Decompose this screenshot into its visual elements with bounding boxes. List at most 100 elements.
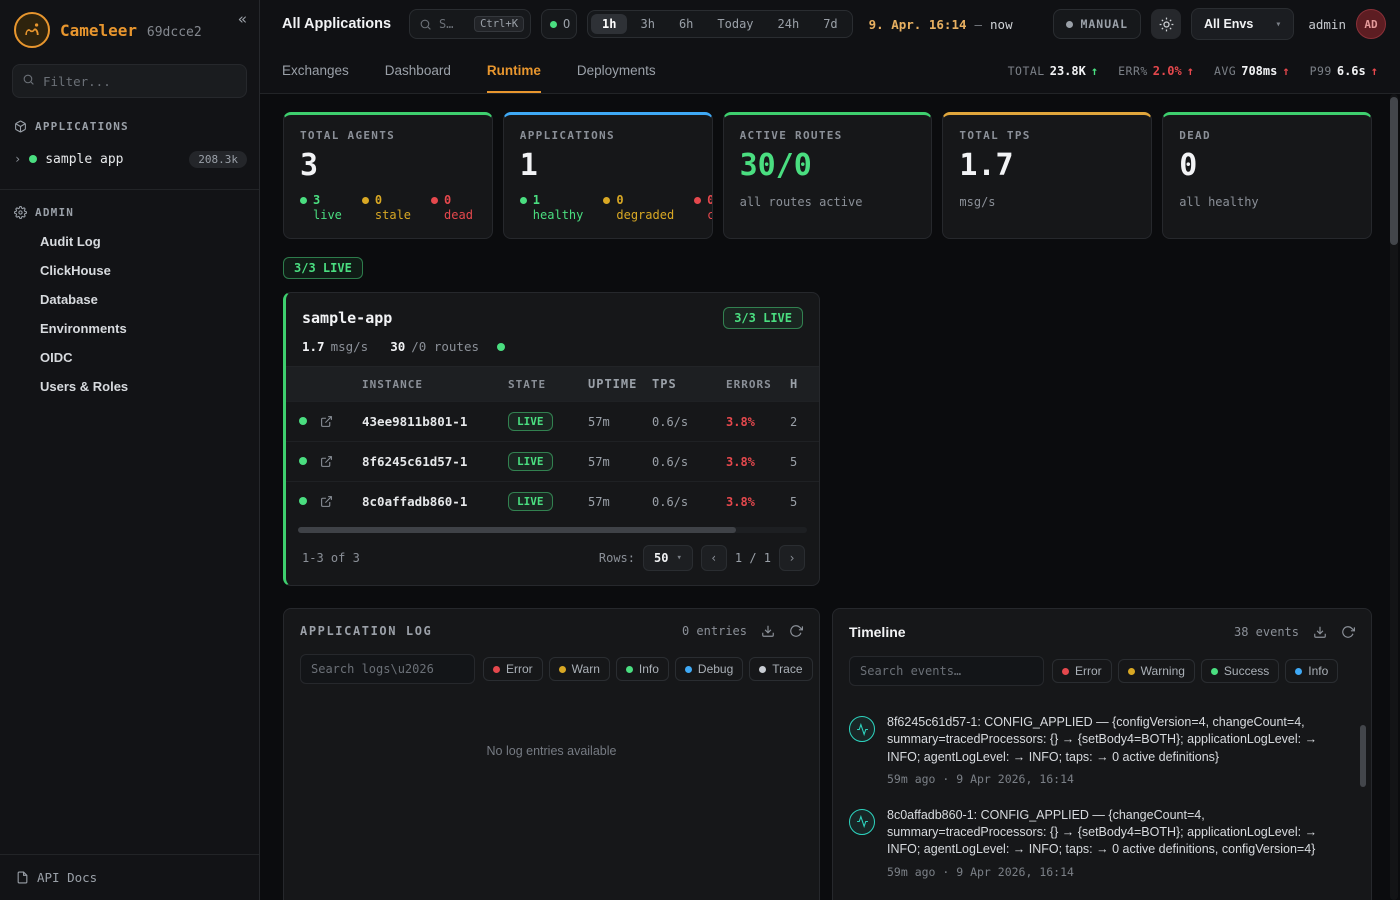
trend-up-icon: ↑: [1091, 64, 1098, 78]
range-button-24h[interactable]: 24h: [767, 14, 811, 34]
app-card-metrics: 1.7 msg/s 30 /0 routes: [286, 339, 819, 367]
app-logo-text: Cameleer: [60, 21, 137, 40]
range-button-1h[interactable]: 1h: [591, 14, 627, 34]
online-status-toggle[interactable]: O: [541, 9, 577, 39]
sidebar-item-users-roles[interactable]: Users & Roles: [0, 372, 259, 401]
sidebar-filter-input[interactable]: [12, 64, 247, 98]
range-button-7d[interactable]: 7d: [812, 14, 848, 34]
vertical-scrollbar-thumb[interactable]: [1390, 97, 1398, 245]
log-filter-info[interactable]: Info: [616, 657, 669, 681]
cell-instance: 43ee9811b801-1: [362, 414, 508, 429]
app-card-title: sample-app: [302, 309, 392, 327]
timeline-filter-success[interactable]: Success: [1201, 659, 1279, 683]
time-window[interactable]: 9. Apr. 16:14 — now: [869, 17, 1013, 32]
theme-toggle-button[interactable]: [1151, 9, 1181, 39]
timeline-event-time: 59m ago · 9 Apr 2026, 16:14: [887, 772, 1349, 786]
status-dot: [685, 666, 692, 673]
breakdown-healthy: 1 healthy: [520, 193, 584, 223]
sidebar-item-audit-log[interactable]: Audit Log: [0, 227, 259, 256]
timeline-panel-title: Timeline: [849, 624, 906, 640]
timeline-scrollbar-thumb[interactable]: [1360, 725, 1366, 787]
collapse-sidebar-icon[interactable]: «: [238, 10, 247, 28]
col-header-tps: TPS: [652, 377, 726, 391]
next-page-button[interactable]: ›: [779, 545, 805, 571]
timeline-events-count: 38 events: [1234, 625, 1299, 639]
breakdown-critical: 0 criti: [694, 193, 712, 223]
avatar[interactable]: AD: [1356, 9, 1386, 39]
timeline-event[interactable]: 8c0affadb860-1: CONFIG_APPLIED — {change…: [849, 797, 1349, 890]
timeline-filter-warning[interactable]: Warning: [1118, 659, 1195, 683]
external-link-icon[interactable]: [320, 455, 362, 468]
tab-exchanges[interactable]: Exchanges: [282, 48, 349, 93]
log-filter-warn[interactable]: Warn: [549, 657, 610, 681]
timeline-event[interactable]: 43ee9811b801-1: CONFIG_APPLIED — {change…: [849, 890, 1349, 900]
timeline-filter-error[interactable]: Error: [1052, 659, 1112, 683]
activity-icon: [849, 716, 875, 742]
app-routes-suffix: /0 routes: [411, 339, 479, 354]
cell-tps: 0.6/s: [652, 455, 726, 469]
log-filter-trace[interactable]: Trace: [749, 657, 812, 681]
stat-card-title: ACTIVE ROUTES: [740, 129, 916, 142]
api-docs-link[interactable]: API Docs: [0, 854, 259, 900]
table-row[interactable]: 8c0affadb860-1 LIVE 57m 0.6/s 3.8% 5: [286, 481, 820, 521]
table-row[interactable]: 43ee9811b801-1 LIVE 57m 0.6/s 3.8% 2: [286, 401, 820, 441]
global-search-button[interactable]: S… Ctrl+K: [409, 9, 531, 39]
cell-tps: 0.6/s: [652, 415, 726, 429]
download-icon[interactable]: [1313, 625, 1327, 639]
refresh-icon[interactable]: [1341, 625, 1355, 639]
sidebar-item-database[interactable]: Database: [0, 285, 259, 314]
cell-errors: 3.8%: [726, 415, 790, 429]
stat-card-total-tps: TOTAL TPS 1.7 msg/s: [942, 112, 1152, 239]
stat-total-label: TOTAL: [1008, 64, 1045, 78]
status-dot: [1211, 668, 1218, 675]
cell-uptime: 57m: [588, 495, 652, 509]
timeline-search-input[interactable]: [849, 656, 1044, 686]
status-dot: [300, 197, 307, 204]
range-button-6h[interactable]: 6h: [668, 14, 704, 34]
timeline-panel: Timeline 38 events Error Warning Success…: [832, 608, 1372, 900]
state-badge: LIVE: [508, 412, 553, 431]
app-routes-value: 30: [390, 339, 405, 354]
log-filter-error[interactable]: Error: [483, 657, 543, 681]
stat-avg: AVG 708ms ↑: [1214, 64, 1290, 78]
timeline-filter-info[interactable]: Info: [1285, 659, 1338, 683]
keyboard-shortcut-badge: Ctrl+K: [474, 16, 524, 32]
prev-page-button[interactable]: ‹: [701, 545, 727, 571]
gear-icon: [14, 206, 27, 219]
breakdown-label: dead: [444, 208, 473, 223]
environment-select[interactable]: All Envs ▾: [1191, 8, 1294, 40]
tab-runtime[interactable]: Runtime: [487, 48, 541, 93]
sidebar-item-oidc[interactable]: OIDC: [0, 343, 259, 372]
table-row[interactable]: 8f6245c61d57-1 LIVE 57m 0.6/s 3.8% 5: [286, 441, 820, 481]
chevron-right-icon[interactable]: ›: [14, 152, 21, 166]
refresh-icon[interactable]: [789, 624, 803, 638]
download-icon[interactable]: [761, 624, 775, 638]
external-link-icon[interactable]: [320, 415, 362, 428]
sidebar-item-environments[interactable]: Environments: [0, 314, 259, 343]
application-card-sample-app: sample-app 3/3 LIVE 1.7 msg/s 30 /0 rout…: [283, 292, 820, 586]
range-button-today[interactable]: Today: [706, 14, 764, 34]
sidebar-item-clickhouse[interactable]: ClickHouse: [0, 256, 259, 285]
stat-card-title: DEAD: [1179, 129, 1355, 142]
col-header-errors: ERRORS: [726, 378, 790, 391]
sidebar-item-sample-app[interactable]: › sample app 208.3k: [0, 141, 259, 177]
search-icon: [419, 18, 432, 31]
cell-errors: 3.8%: [726, 455, 790, 469]
tab-dashboard[interactable]: Dashboard: [385, 48, 451, 93]
log-search-input[interactable]: [300, 654, 475, 684]
horizontal-scrollbar-thumb[interactable]: [298, 527, 736, 533]
stat-total-value: 23.8K: [1050, 64, 1086, 78]
external-link-icon[interactable]: [320, 495, 362, 508]
status-dot-green: [299, 497, 307, 505]
header-stats: TOTAL 23.8K ↑ ERR% 2.0% ↑ AVG 708ms ↑ P9…: [1008, 48, 1378, 93]
live-summary-badge: 3/3 LIVE: [283, 257, 363, 279]
tab-deployments[interactable]: Deployments: [577, 48, 656, 93]
log-filter-debug[interactable]: Debug: [675, 657, 743, 681]
range-button-3h[interactable]: 3h: [629, 14, 665, 34]
timeline-event[interactable]: 8f6245c61d57-1: CONFIG_APPLIED — {config…: [849, 704, 1349, 797]
search-icon: [22, 73, 35, 86]
rows-per-page-select[interactable]: 50 ▾: [643, 545, 693, 571]
cell-instance: 8f6245c61d57-1: [362, 454, 508, 469]
manual-refresh-button[interactable]: MANUAL: [1053, 9, 1141, 39]
chevron-down-icon: ▾: [676, 553, 681, 563]
